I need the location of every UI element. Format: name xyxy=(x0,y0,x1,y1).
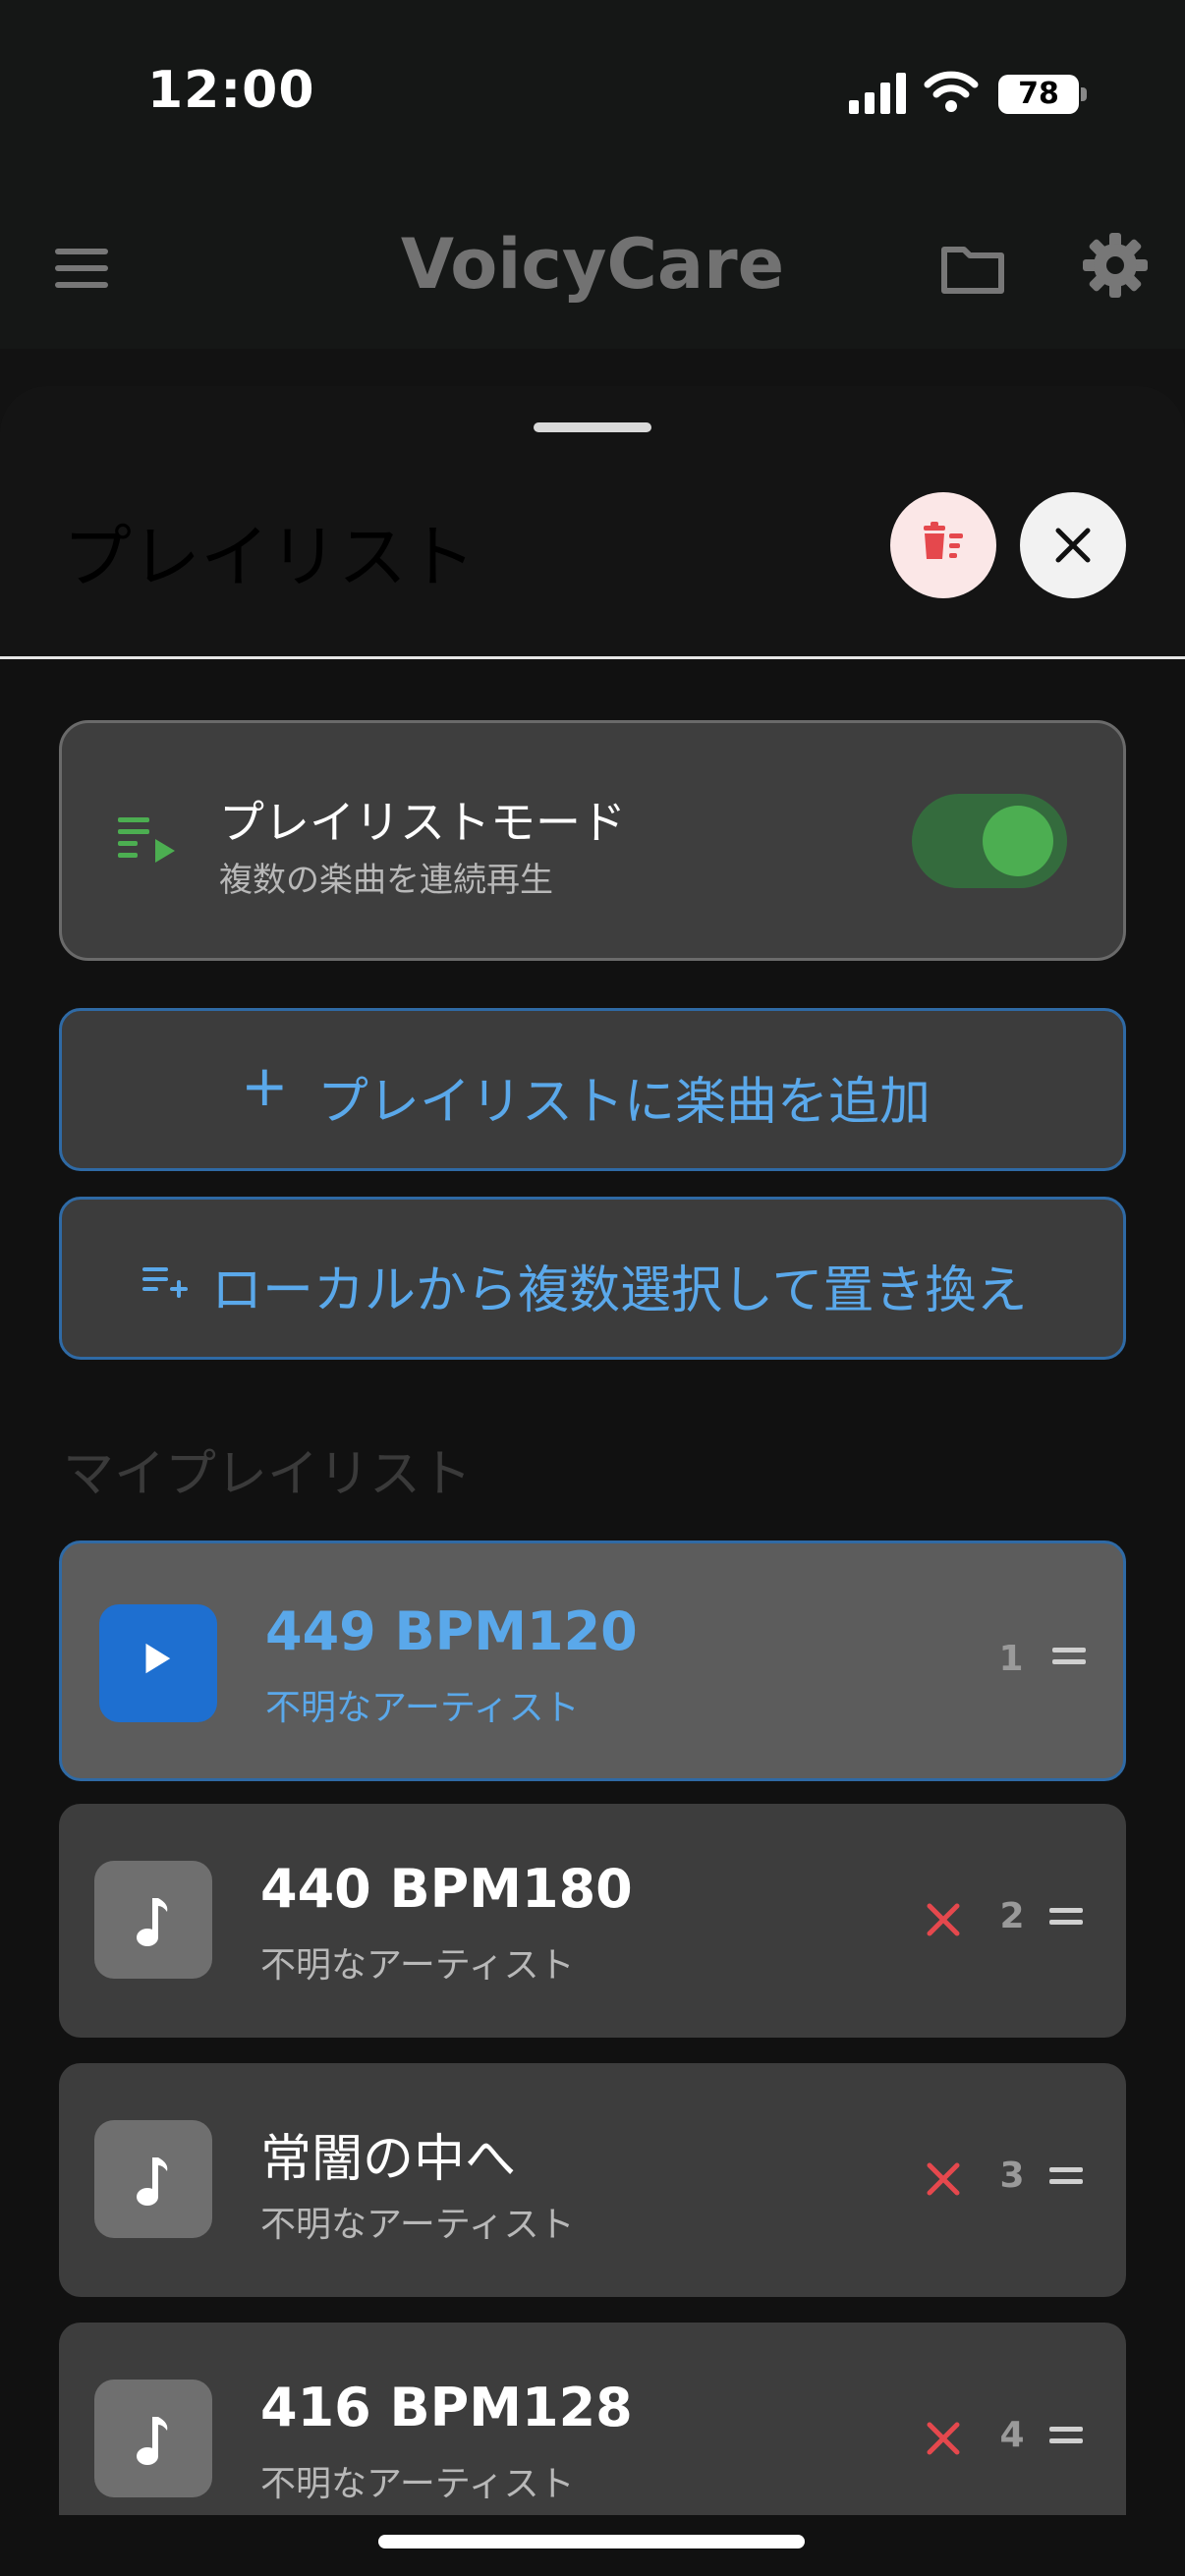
app-header: VoicyCare xyxy=(0,187,1185,349)
playlist-mode-title: プレイリストモード xyxy=(219,796,626,849)
drag-handle-icon[interactable] xyxy=(1049,1906,1083,1928)
track-title: 常闇の中へ xyxy=(260,2130,517,2189)
grip-line xyxy=(1049,1908,1083,1913)
grip-line xyxy=(1049,2427,1083,2432)
close-icon xyxy=(1055,528,1091,563)
add-songs-label: プレイリストに楽曲を追加 xyxy=(317,1073,931,1132)
battery-indicator: 78 xyxy=(998,75,1079,114)
sheet-drag-handle[interactable] xyxy=(534,422,651,432)
grip-line xyxy=(1049,2167,1083,2172)
remove-track-icon[interactable] xyxy=(924,2419,963,2458)
track-title: 440 BPM180 xyxy=(260,1858,633,1920)
battery-tip xyxy=(1081,87,1087,101)
app-title: VoicyCare xyxy=(400,224,785,305)
sheet-header: プレイリスト xyxy=(0,386,1185,659)
home-indicator[interactable] xyxy=(378,2535,805,2548)
track-item-3[interactable]: 常闇の中へ 不明なアーティスト 3 xyxy=(59,2063,1126,2297)
grip-line xyxy=(1052,1648,1086,1652)
music-note-icon xyxy=(137,2157,168,2206)
track-title: 416 BPM128 xyxy=(260,2377,633,2438)
folder-icon[interactable] xyxy=(938,236,1007,301)
status-bar: 12:00 78 xyxy=(0,0,1185,187)
sheet-title: プレイリスト xyxy=(63,517,476,597)
track-index: 3 xyxy=(999,2156,1025,2196)
music-note-tile xyxy=(94,2120,212,2238)
wifi-icon xyxy=(924,71,979,112)
track-item-1[interactable]: 449 BPM120 不明なアーティスト 1 xyxy=(59,1540,1126,1781)
toggle-knob xyxy=(983,806,1053,876)
track-item-2[interactable]: 440 BPM180 不明なアーティスト 2 xyxy=(59,1804,1126,2038)
track-index: 1 xyxy=(998,1639,1024,1679)
replace-from-local-label: ローカルから複数選択して置き換え xyxy=(211,1261,1028,1320)
music-note-tile xyxy=(94,1861,212,1979)
track-index: 2 xyxy=(999,1896,1025,1936)
play-icon xyxy=(145,1643,171,1674)
track-artist: 不明なアーティスト xyxy=(260,2464,575,2504)
close-sheet-button[interactable] xyxy=(1020,492,1126,598)
track-item-4[interactable]: 416 BPM128 不明なアーティスト 4 xyxy=(59,2323,1126,2515)
music-note-icon xyxy=(137,1898,168,1946)
grip-line xyxy=(1049,2179,1083,2184)
playlist-sheet: プレイリスト プレイリストモード 複数の楽曲を連続再生 + プレイリストに楽曲を… xyxy=(0,386,1185,2576)
drag-handle-icon[interactable] xyxy=(1049,2165,1083,2187)
remove-track-icon[interactable] xyxy=(924,2159,963,2199)
track-artist: 不明なアーティスト xyxy=(260,2205,575,2245)
grip-line xyxy=(1049,2438,1083,2443)
drag-handle-icon[interactable] xyxy=(1049,2425,1083,2446)
gear-icon[interactable] xyxy=(1081,231,1150,300)
playlist-play-icon xyxy=(118,817,175,863)
track-artist: 不明なアーティスト xyxy=(260,1945,575,1986)
playlist-mode-card: プレイリストモード 複数の楽曲を連続再生 xyxy=(59,720,1126,961)
grip-line xyxy=(1052,1659,1086,1664)
track-index: 4 xyxy=(999,2415,1025,2455)
remove-track-icon[interactable] xyxy=(924,1900,963,1939)
delete-sweep-icon xyxy=(924,522,963,559)
my-playlist-heading: マイプレイリスト xyxy=(63,1445,473,1504)
music-note-tile xyxy=(94,2380,212,2497)
playlist-track-list[interactable]: 449 BPM120 不明なアーティスト 1 440 BPM180 不明なアーテ… xyxy=(0,1540,1185,2515)
cellular-signal-icon xyxy=(849,73,906,114)
sheet-divider xyxy=(0,656,1185,659)
plus-icon: + xyxy=(241,1052,289,1119)
music-note-icon xyxy=(137,2417,168,2465)
status-time: 12:00 xyxy=(147,61,315,120)
add-songs-button[interactable]: + プレイリストに楽曲を追加 xyxy=(59,1008,1126,1171)
replace-from-local-button[interactable]: ローカルから複数選択して置き換え xyxy=(59,1197,1126,1360)
drag-handle-icon[interactable] xyxy=(1052,1646,1086,1667)
playlist-add-icon xyxy=(142,1267,188,1298)
playlist-mode-toggle[interactable] xyxy=(912,794,1067,888)
track-title: 449 BPM120 xyxy=(265,1600,638,1662)
grip-line xyxy=(1049,1920,1083,1925)
track-artist: 不明なアーティスト xyxy=(265,1688,580,1728)
play-button[interactable] xyxy=(99,1604,217,1722)
clear-playlist-button[interactable] xyxy=(890,492,996,598)
playlist-mode-subtitle: 複数の楽曲を連続再生 xyxy=(219,861,553,900)
